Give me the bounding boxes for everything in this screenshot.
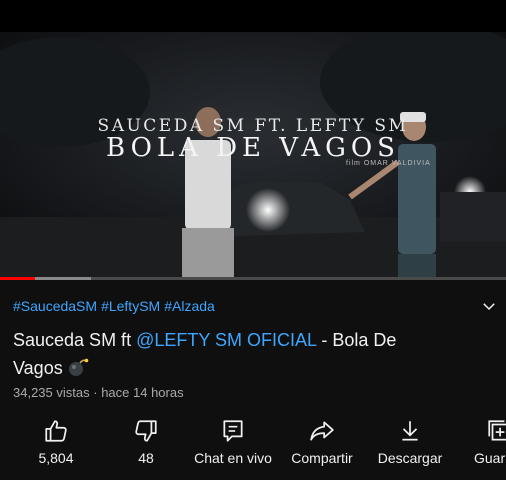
save-label: Guar <box>474 450 506 466</box>
hashtag-link[interactable]: #SaucedaSM <box>13 298 97 314</box>
save-button[interactable]: Guar <box>474 412 506 472</box>
title-text: Sauceda SM ft <box>13 330 137 350</box>
upload-age: hace 14 horas <box>101 385 184 400</box>
video-title[interactable]: Sauceda SM ft @LEFTY SM OFICIAL - Bola D… <box>13 326 433 382</box>
thumbs-up-icon <box>45 420 67 442</box>
dislike-count: 48 <box>138 450 154 466</box>
view-count: 34,235 vistas <box>13 385 90 400</box>
video-overlay-song: BOLA DE VAGOS <box>106 133 400 163</box>
hashtag-link[interactable]: #LeftySM <box>101 298 160 314</box>
progress-bar[interactable] <box>0 277 506 280</box>
hashtag-link[interactable]: #Alzada <box>164 298 215 314</box>
share-button[interactable]: Compartir <box>286 412 358 472</box>
save-icon <box>488 420 506 441</box>
chat-icon <box>223 420 243 442</box>
download-icon <box>402 421 418 441</box>
download-button[interactable]: Descargar <box>374 412 446 472</box>
download-label: Descargar <box>377 450 443 466</box>
chevron-down-icon[interactable] <box>480 297 498 315</box>
progress-played <box>0 277 36 280</box>
action-bar: 5,804 48 Chat en vivo Compartir Descarga… <box>0 412 506 480</box>
like-count: 5,804 <box>38 450 74 466</box>
channel-mention-link[interactable]: @LEFTY SM OFICIAL <box>136 330 316 350</box>
video-metadata: 34,235 vistas · hace 14 horas <box>13 385 184 400</box>
bomb-icon <box>68 358 89 376</box>
share-icon <box>310 421 334 441</box>
video-player[interactable]: SAUCEDA SM FT. LEFTY SM BOLA DE VAGOS fi… <box>0 32 506 278</box>
dislike-button[interactable]: 48 <box>118 412 174 472</box>
share-label: Compartir <box>291 450 353 466</box>
meta-separator: · <box>93 385 98 400</box>
thumbs-down-icon <box>135 420 157 442</box>
video-overlay-credit: film OMAR VALDIVIA <box>346 160 431 167</box>
status-bar-area <box>0 0 506 32</box>
hashtag-list: #SaucedaSM #LeftySM #Alzada <box>13 298 219 314</box>
live-chat-label: Chat en vivo <box>194 450 272 466</box>
like-button[interactable]: 5,804 <box>28 412 84 472</box>
live-chat-button[interactable]: Chat en vivo <box>190 412 276 472</box>
